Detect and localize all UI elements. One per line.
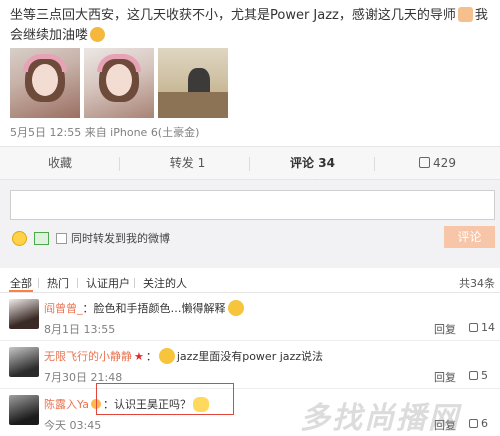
reply-button[interactable]: 回复 [434,321,456,337]
like-count: 429 [433,156,456,170]
smirk-emoji-icon [227,300,244,316]
favorite-label: 收藏 [47,156,72,170]
submit-comment-button[interactable]: 评论 [444,226,495,248]
comment-like-button[interactable]: 5 [469,369,488,382]
thumbs-up-icon [469,371,478,380]
watermark: 多找尚播网 [300,401,460,436]
avatar[interactable] [9,299,39,329]
comment-username[interactable]: 无限飞行的小静静 [44,350,132,363]
post-image-1[interactable] [10,48,80,118]
filter-verified[interactable]: 认证用户 [86,275,130,291]
comment-like-count: 14 [481,321,495,334]
like-button[interactable]: 429 [375,147,500,181]
pray-icon [457,7,473,22]
kiss-icon [90,27,106,42]
favorite-button[interactable]: 收藏 [0,147,120,181]
repost-checkbox[interactable] [56,233,67,244]
avatar[interactable] [9,395,39,425]
comment-button[interactable]: 评论 34 [250,147,375,181]
comment-like-count: 5 [481,369,488,382]
star-badge-icon: ★ [134,350,144,363]
comment-username[interactable]: 阎曾曾_ [44,302,83,315]
thumbs-up-icon [419,157,431,168]
comment-text: jazz里面没有power jazz说法 [176,350,324,363]
highlight-box [96,383,234,415]
repost-checkbox-label: 同时转发到我的微博 [71,232,170,245]
comment-like-count: 6 [481,417,488,430]
post-text: 坐等三点回大西安，这几天收获不小，尤其是Power Jazz，感谢这几天的导师我… [10,6,495,46]
comment-input[interactable] [10,190,495,220]
comment-like-button[interactable]: 6 [469,417,488,430]
smirk-emoji-icon [158,348,175,364]
post-action-bar: 收藏 转发 1 评论 34 429 [0,146,500,180]
comment-total: 共34条 [459,277,495,290]
comment-username[interactable]: 陈露入Ya [44,398,89,411]
filter-following[interactable]: 关注的人 [143,275,187,291]
post-image-2[interactable] [84,48,154,118]
comment-item: 阎曾曾_：脸色和手捂颜色…懒得解释 8月1日 13:55 回复 14 [0,293,500,341]
comment-time: 今天 03:45 [44,419,102,432]
comment-like-button[interactable]: 14 [469,321,495,334]
post-meta: 5月5日 12:55 来自 iPhone 6(土豪金) [10,126,200,139]
post-image-3[interactable] [158,48,228,118]
comment-filter-bar: 全部 热门 认证用户 关注的人 共34条 [0,272,500,292]
comment-item: 无限飞行的小静静 ★： jazz里面没有power jazz说法 7月30日 21:… [0,341,500,389]
comment-label: 评论 34 [290,156,335,170]
repost-label: 转发 1 [169,156,206,170]
image-upload-icon[interactable] [34,232,49,245]
avatar[interactable] [9,347,39,377]
comment-text: ：脸色和手捂颜色…懒得解释 [82,302,226,315]
post-text-part1: 坐等三点回大西安，这几天收获不小，尤其是Power Jazz，感谢这几天的导师 [10,8,456,23]
reply-button[interactable]: 回复 [434,369,456,385]
filter-hot[interactable]: 热门 [47,275,69,291]
filter-all[interactable]: 全部 [10,275,32,291]
comment-composer: 同时转发到我的微博 评论 [0,180,500,268]
thumbs-up-icon [469,323,478,332]
comment-time: 8月1日 13:55 [44,323,116,336]
emoji-picker-icon[interactable] [12,231,27,246]
thumbs-up-icon [469,419,478,428]
repost-button[interactable]: 转发 1 [125,147,250,181]
